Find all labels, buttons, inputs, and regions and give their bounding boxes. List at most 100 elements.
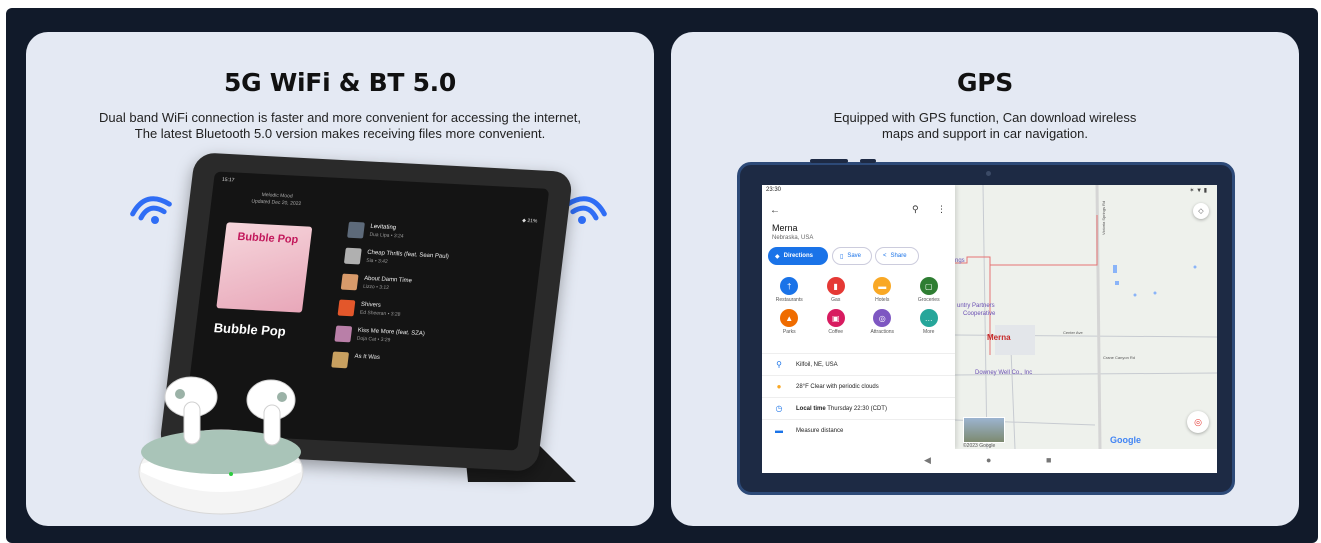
nav-home-button[interactable]: ● xyxy=(986,455,991,465)
category-more[interactable]: … More xyxy=(906,309,953,335)
track-thumbnail xyxy=(343,247,362,265)
track-title: Levitating xyxy=(370,223,397,232)
track-artist: Lizzo • 3:12 xyxy=(362,283,390,292)
wifi-bt-feature-card: 5G WiFi & BT 5.0 Dual band WiFi connecti… xyxy=(26,32,654,526)
weather-icon: ● xyxy=(776,382,782,391)
search-icon[interactable]: ⚲ xyxy=(912,204,919,215)
map-road-label: Crane Canyon Rd xyxy=(1103,355,1136,360)
local-time-text: Local time Thursday 22:30 (CDT) xyxy=(796,406,887,412)
address-row[interactable]: ⚲ Kilfoil, NE, USA xyxy=(762,353,955,375)
my-location-button[interactable]: ◎ xyxy=(1187,411,1209,433)
category-groceries[interactable]: ▢ Groceries xyxy=(906,277,953,303)
clock-icon: ◷ xyxy=(775,404,783,413)
place-name: Merna xyxy=(772,223,798,233)
feature-description: Equipped with GPS function, Can download… xyxy=(671,110,1299,142)
track-artist: Sia • 3:42 xyxy=(365,257,389,265)
category-restaurants[interactable]: † Restaurants xyxy=(766,277,813,303)
map-road-label: Victoria Springs Rd xyxy=(1101,200,1106,235)
description-line: The latest Bluetooth 5.0 version makes r… xyxy=(134,126,546,141)
feature-title: GPS xyxy=(957,68,1013,97)
gas-station-icon: ▮ xyxy=(826,277,845,295)
layers-button[interactable]: ◇ xyxy=(1193,203,1209,219)
volume-button xyxy=(810,159,848,163)
coffee-icon: ▣ xyxy=(826,309,845,327)
category-label: Groceries xyxy=(917,297,940,303)
track-thumbnail xyxy=(337,299,356,317)
album-cover[interactable]: Bubble Pop xyxy=(216,222,313,313)
nearby-categories: † Restaurants ▮ Gas ▬ Hotels ▢ Groceries… xyxy=(766,277,952,335)
wifi-icon xyxy=(130,196,172,224)
hotel-icon: ▬ xyxy=(873,277,892,295)
map-place-label[interactable]: untry Partners xyxy=(957,303,995,309)
map-roads xyxy=(955,185,1217,449)
bookmark-icon: ▯ xyxy=(840,253,844,260)
directions-button[interactable]: ◆ Directions xyxy=(768,247,828,265)
track-title: As It Was xyxy=(354,353,381,361)
restaurant-icon: † xyxy=(780,277,799,295)
map-view[interactable]: ngs untry Partners Cooperative Merna Cen… xyxy=(955,185,1217,449)
status-clock: 15:17 xyxy=(221,176,235,184)
feature-description: Dual band WiFi connection is faster and … xyxy=(26,110,654,142)
measure-distance-row[interactable]: ▬ Measure distance xyxy=(762,419,955,441)
banner-background: 5G WiFi & BT 5.0 Dual band WiFi connecti… xyxy=(6,8,1318,543)
save-button[interactable]: ▯ Save xyxy=(832,247,872,265)
playlist-meta-line: Updated Dec 20, 2022 xyxy=(250,198,302,208)
album-cover-text: Bubble Pop xyxy=(236,230,299,247)
ruler-icon: ▬ xyxy=(775,426,783,435)
tree-icon: ▲ xyxy=(780,309,799,327)
category-label: Attractions xyxy=(870,329,895,335)
status-battery: ◆ 21% xyxy=(521,217,538,225)
map-place-label[interactable]: ngs xyxy=(955,258,965,264)
more-options-icon[interactable]: ⋮ xyxy=(937,204,946,215)
track-title: About Damn Time xyxy=(363,275,413,285)
category-label: Restaurants xyxy=(775,297,803,303)
track-artist: Ed Sheeran • 3:28 xyxy=(359,309,401,318)
category-label: Parks xyxy=(782,329,796,335)
save-label: Save xyxy=(847,253,861,259)
map-town-label[interactable]: Merna xyxy=(987,333,1011,342)
track-artist: Doja Cat • 3:29 xyxy=(356,335,391,344)
map-place-label[interactable]: Downey Well Co., Inc xyxy=(975,370,1032,376)
category-label: Hotels xyxy=(875,297,890,303)
track-thumbnail xyxy=(340,273,359,291)
status-clock: 23:30 xyxy=(766,187,782,193)
category-parks[interactable]: ▲ Parks xyxy=(766,309,813,335)
category-hotels[interactable]: ▬ Hotels xyxy=(859,277,906,303)
android-nav-bar: ◀ ● ■ xyxy=(762,449,1217,473)
category-gas[interactable]: ▮ Gas xyxy=(813,277,860,303)
category-attractions[interactable]: ◎ Attractions xyxy=(859,309,906,335)
more-icon: … xyxy=(919,309,938,327)
cart-icon: ▢ xyxy=(919,277,938,295)
camera-icon xyxy=(986,171,991,176)
place-details-panel: 23:30 ← ⚲ ⋮ Merna Nebraska, USA ◆ Direct… xyxy=(762,185,955,449)
track-title: Shivers xyxy=(360,301,382,309)
category-label: Coffee xyxy=(828,329,844,335)
attraction-icon: ◎ xyxy=(873,309,892,327)
local-time-label: Local time xyxy=(796,405,826,412)
back-arrow-icon[interactable]: ← xyxy=(770,205,780,216)
location-pin-icon: ⚲ xyxy=(776,360,782,369)
track-artist: Dua Lipa • 3:24 xyxy=(369,231,404,240)
street-view-thumbnail[interactable] xyxy=(963,417,1005,443)
map-place-label[interactable]: Cooperative xyxy=(963,311,995,317)
weather-row: ● 28°F Clear with periodic clouds xyxy=(762,375,955,397)
gps-feature-card: GPS Equipped with GPS function, Can down… xyxy=(671,32,1299,526)
category-coffee[interactable]: ▣ Coffee xyxy=(813,309,860,335)
share-icon: < xyxy=(883,253,887,259)
map-road-label: Center Ave xyxy=(1063,330,1083,335)
place-region: Nebraska, USA xyxy=(772,235,814,241)
weather-text: 28°F Clear with periodic clouds xyxy=(796,383,879,390)
nav-recents-button[interactable]: ■ xyxy=(1046,455,1051,465)
share-label: Share xyxy=(890,253,907,259)
track-list: Levitating Dua Lipa • 3:24 Cheap Thrills… xyxy=(330,219,528,384)
description-line: Dual band WiFi connection is faster and … xyxy=(99,110,581,125)
playlist-title: Bubble Pop xyxy=(212,320,287,339)
share-button[interactable]: < Share xyxy=(875,247,919,265)
nav-back-button[interactable]: ◀ xyxy=(924,455,931,466)
power-button xyxy=(860,159,876,163)
google-logo: Google xyxy=(1110,435,1141,445)
directions-label: Directions xyxy=(783,253,813,259)
tablet-device: ngs untry Partners Cooperative Merna Cen… xyxy=(737,159,1235,495)
maps-app-screen: ngs untry Partners Cooperative Merna Cen… xyxy=(762,185,1217,473)
description-line: maps and support in car navigation. xyxy=(882,126,1088,141)
